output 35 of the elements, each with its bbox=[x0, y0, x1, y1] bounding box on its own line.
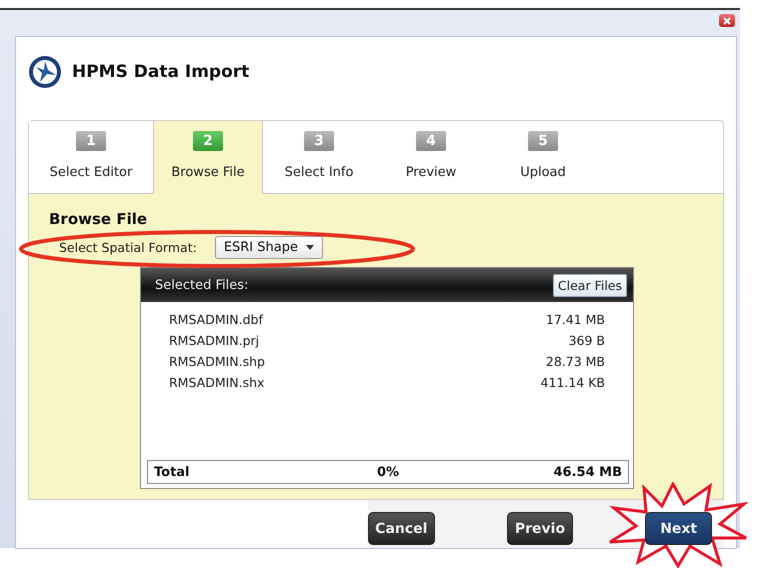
step-label: Preview bbox=[406, 165, 456, 180]
step-label: Upload bbox=[520, 165, 566, 180]
step-number: 1 bbox=[76, 131, 106, 152]
clear-files-button[interactable]: Clear Files bbox=[552, 274, 627, 297]
file-size: 17.41 MB bbox=[546, 312, 605, 328]
files-header-title: Selected Files: bbox=[155, 278, 248, 293]
total-size: 46.54 MB bbox=[552, 464, 622, 480]
window-title: HPMS Data Import bbox=[72, 62, 250, 82]
footer-button[interactable]: Previo bbox=[506, 512, 574, 546]
next-button[interactable]: Next bbox=[645, 512, 712, 546]
step-label: Select Info bbox=[284, 165, 354, 180]
file-size: 369 B bbox=[568, 333, 605, 348]
step-number: 5 bbox=[528, 131, 558, 152]
step-number: 4 bbox=[416, 131, 446, 152]
format-dropdown[interactable]: ESRI Shape bbox=[214, 236, 323, 260]
file-name: RMSADMIN.shx bbox=[169, 375, 264, 390]
close-icon bbox=[723, 16, 731, 24]
footer-button[interactable]: Cancel bbox=[368, 512, 435, 546]
total-percent: 0% bbox=[376, 464, 400, 480]
step-label: Browse File bbox=[171, 165, 245, 180]
step-number: 3 bbox=[304, 131, 334, 152]
file-name: RMSADMIN.dbf bbox=[169, 312, 263, 328]
file-size: 411.14 KB bbox=[540, 375, 605, 390]
file-name: RMSADMIN.shp bbox=[169, 354, 265, 370]
section-title: Browse File bbox=[49, 210, 148, 228]
step-label: Select Editor bbox=[50, 165, 132, 180]
file-name: RMSADMIN.prj bbox=[169, 333, 260, 348]
total-label: Total bbox=[154, 464, 191, 480]
seal-logo-icon bbox=[28, 54, 62, 89]
step-tab[interactable]: 2 Browse File bbox=[153, 121, 263, 194]
caret-icon bbox=[306, 245, 314, 250]
file-size: 28.73 MB bbox=[546, 354, 605, 370]
close-button[interactable] bbox=[719, 14, 735, 27]
step-number: 2 bbox=[193, 131, 223, 152]
format-label: Select Spatial Format: bbox=[59, 240, 197, 256]
